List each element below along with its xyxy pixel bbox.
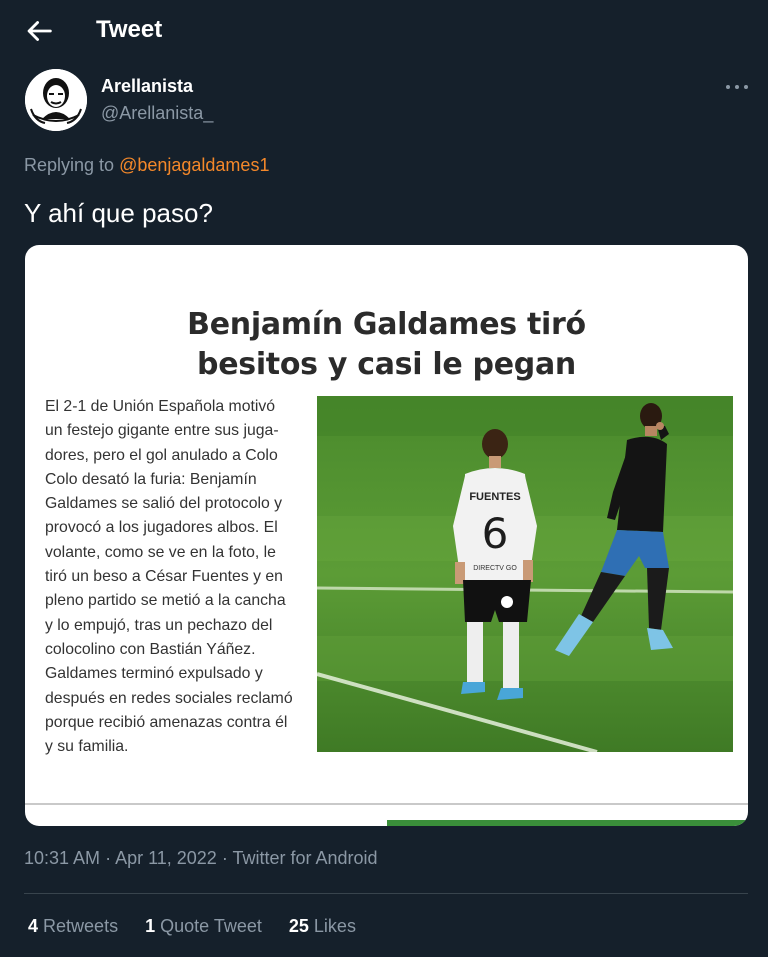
replying-to: Replying to @benjagaldames1 (24, 155, 269, 176)
match-photo: FUENTES 6 DIRECTV GO (317, 396, 733, 752)
avatar[interactable] (25, 69, 87, 131)
jersey-sponsor: DIRECTV GO (473, 565, 517, 572)
back-button[interactable] (22, 14, 56, 48)
divider (24, 893, 748, 894)
tweet-date: Apr 11, 2022 (115, 848, 217, 868)
author-name[interactable]: Arellanista (101, 76, 193, 97)
page-rule (25, 803, 748, 805)
tweet-metadata: 10:31 AM · Apr 11, 2022 · Twitter for An… (24, 848, 378, 869)
arrow-left-icon (27, 21, 52, 41)
likes-label: Likes (313, 916, 356, 936)
top-bar: Tweet (0, 0, 768, 62)
retweets-stat[interactable]: 4 Retweets (28, 916, 118, 936)
more-options-button[interactable] (724, 78, 750, 96)
article-body: El 2-1 de Unión Española motivó un feste… (45, 398, 293, 756)
author-handle[interactable]: @Arellanista_ (101, 103, 213, 124)
tweet-text: Y ahí que paso? (24, 198, 213, 228)
more-horizontal-icon (726, 85, 730, 89)
replying-to-label: Replying to (24, 155, 115, 175)
meta-separator-2: · (216, 848, 233, 868)
quotes-label: Quote Tweet (160, 916, 262, 936)
tweet-source-link[interactable]: Twitter for Android (233, 848, 378, 868)
headline-line-1: Benjamín Galdames tiró (187, 307, 586, 342)
profile-portrait-icon (25, 69, 87, 131)
article-headline: Benjamín Galdames tiró besitos y casi le… (25, 305, 748, 385)
retweets-label: Retweets (43, 916, 119, 936)
quote-tweets-stat[interactable]: 1 Quote Tweet (145, 916, 262, 936)
page-title: Tweet (96, 16, 163, 43)
likes-stat[interactable]: 25 Likes (289, 916, 356, 936)
headline-line-2: besitos y casi le pegan (197, 347, 576, 382)
page-accent-strip (387, 820, 748, 826)
jersey-name: FUENTES (469, 491, 520, 503)
tweet-media-image[interactable]: Benjamín Galdames tiró besitos y casi le… (25, 245, 748, 826)
likes-count: 25 (288, 916, 309, 936)
retweets-count: 4 (28, 916, 39, 936)
quotes-count: 1 (145, 916, 156, 936)
tweet-time: 10:31 AM (24, 848, 101, 868)
meta-separator: · (100, 848, 116, 868)
reply-mention-link[interactable]: @benjagaldames1 (119, 155, 269, 175)
jersey-number: 6 (482, 509, 509, 558)
tweet-stats: 4 Retweets 1 Quote Tweet 25 Likes (28, 916, 378, 937)
